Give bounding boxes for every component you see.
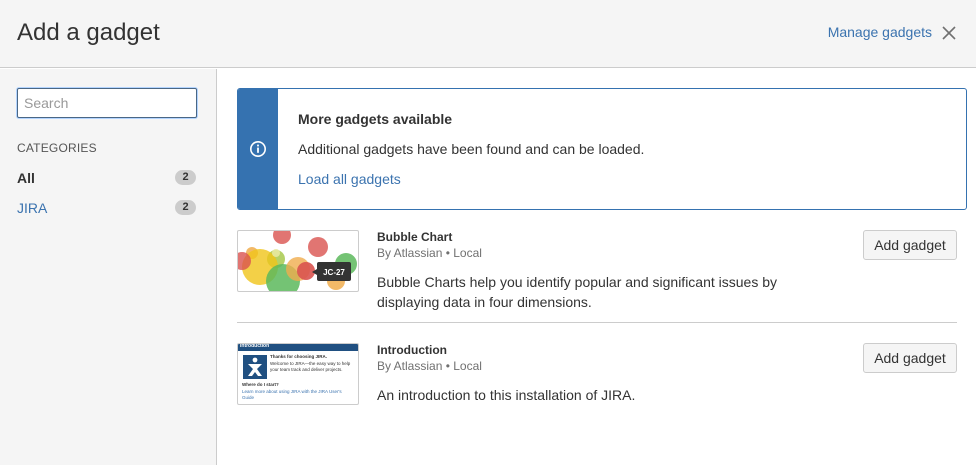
thumbnail-heading: Thanks for choosing JIRA. bbox=[270, 354, 328, 359]
categories-heading: CATEGORIES bbox=[17, 141, 97, 155]
category-sidebar: CATEGORIES All 2 JIRA 2 bbox=[0, 69, 217, 465]
gadget-description: An introduction to this installation of … bbox=[377, 387, 636, 403]
message-stripe bbox=[238, 89, 278, 209]
gadget-title: Bubble Chart bbox=[377, 230, 453, 244]
more-gadgets-message: More gadgets available Additional gadget… bbox=[237, 88, 967, 210]
thumbnail-text: Welcome to JIRA—the easy way to help you… bbox=[270, 361, 351, 372]
category-count-badge: 2 bbox=[175, 200, 196, 215]
thumbnail-tooltip: JC-27 bbox=[323, 268, 345, 277]
gadget-title: Introduction bbox=[377, 343, 447, 357]
introduction-thumbnail: Introduction Thanks for choosing JIRA. W… bbox=[237, 343, 359, 405]
category-item-all[interactable]: All 2 bbox=[17, 168, 196, 188]
category-label: JIRA bbox=[17, 200, 48, 216]
thumbnail-subheading: Where do I start? bbox=[242, 382, 279, 387]
gadget-divider bbox=[237, 322, 957, 323]
thumbnail-header-text: Introduction bbox=[240, 343, 270, 349]
bubble-chart-thumbnail-image: JC-27 bbox=[238, 231, 357, 291]
add-gadget-button[interactable]: Add gadget bbox=[863, 230, 957, 260]
gadget-author: By Atlassian • Local bbox=[377, 359, 482, 373]
info-icon bbox=[250, 141, 266, 157]
message-title: More gadgets available bbox=[298, 111, 453, 127]
bubble-chart-thumbnail: JC-27 bbox=[237, 230, 359, 292]
jira-logo-icon bbox=[243, 355, 267, 379]
category-count-badge: 2 bbox=[175, 170, 196, 185]
dialog-title: Add a gadget bbox=[17, 19, 160, 46]
dialog-header: Add a gadget Manage gadgets bbox=[0, 0, 976, 68]
message-body: Additional gadgets have been found and c… bbox=[298, 141, 645, 157]
category-item-jira[interactable]: JIRA 2 bbox=[17, 198, 196, 218]
load-all-gadgets-link[interactable]: Load all gadgets bbox=[298, 171, 401, 187]
add-gadget-button[interactable]: Add gadget bbox=[863, 343, 957, 373]
category-label: All bbox=[17, 170, 35, 186]
gadget-author: By Atlassian • Local bbox=[377, 246, 482, 260]
manage-gadgets-link[interactable]: Manage gadgets bbox=[828, 24, 932, 40]
search-input[interactable] bbox=[17, 88, 197, 118]
thumbnail-header: Introduction bbox=[238, 343, 358, 351]
gadget-description: Bubble Charts help you identify popular … bbox=[377, 274, 778, 310]
thumbnail-link-text: Learn more about using JIRA with the JIR… bbox=[242, 389, 342, 400]
close-icon[interactable] bbox=[940, 24, 958, 42]
